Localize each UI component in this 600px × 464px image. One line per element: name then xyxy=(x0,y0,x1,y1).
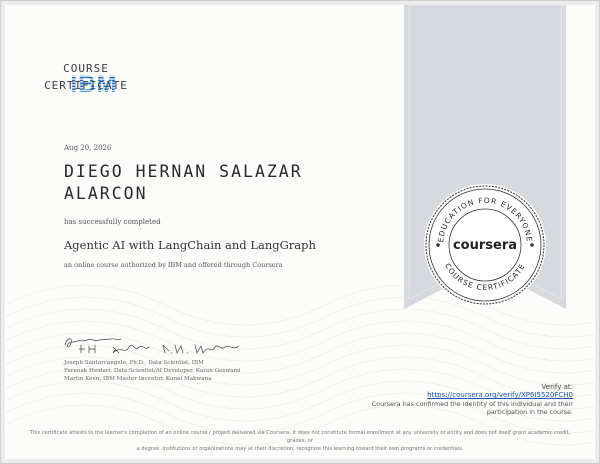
certificate-disclaimer: This certificate attests to the learner'… xyxy=(21,429,579,453)
course-title: Agentic AI with LangChain and LangGraph xyxy=(64,238,316,252)
verify-block: Verify at: https://coursera.org/verify/X… xyxy=(345,383,573,417)
seal-brand: coursera xyxy=(453,238,517,253)
certificate-date: Aug 20, 2026 xyxy=(64,144,112,152)
recipient-name-line2: ALARCON xyxy=(64,184,148,203)
verify-link[interactable]: https://coursera.org/verify/XP6I5520FCH0 xyxy=(427,391,573,399)
recipient-name: DIEGO HERNAN SALAZAR ALARCON xyxy=(64,161,384,205)
signatures-caption-line1: Joseph Santarcangelo, Ph.D., Data Scient… xyxy=(64,360,204,366)
ibm-logo: IBM xyxy=(71,71,118,95)
certificate-frame: COURSE CERTIFICATE EDUCATION FOR EVERYON… xyxy=(0,0,600,464)
verify-label: Verify at: xyxy=(541,383,573,391)
signatures-caption: Joseph Santarcangelo, Ph.D., Data Scient… xyxy=(64,359,324,383)
signatures-caption-line2: Faranak Heidari, Data Scientist/AI Devel… xyxy=(64,368,241,374)
authored-text: an online course authorized by IBM and o… xyxy=(64,261,283,269)
coursera-seal: EDUCATION FOR EVERYONE COURSE CERTIFICAT… xyxy=(424,184,546,306)
certificate-paper: COURSE CERTIFICATE EDUCATION FOR EVERYON… xyxy=(5,5,595,459)
verify-note-line1: Coursera has confirmed the identity of t… xyxy=(371,399,573,408)
verify-note-line2: participation in the course. xyxy=(486,408,573,417)
recipient-name-line1: DIEGO HERNAN SALAZAR xyxy=(64,162,303,181)
disclaimer-line1: This certificate attests to the learner'… xyxy=(29,430,571,444)
signatures-caption-line3: Martin Keen, IBM Master Inventor, Kunal … xyxy=(64,376,212,382)
completed-text: has successfully completed xyxy=(64,218,161,226)
svg-text:IBM: IBM xyxy=(71,71,118,95)
instructor-signatures xyxy=(64,338,240,354)
disclaimer-line2: a degree. Institutions or organizations … xyxy=(136,446,464,452)
